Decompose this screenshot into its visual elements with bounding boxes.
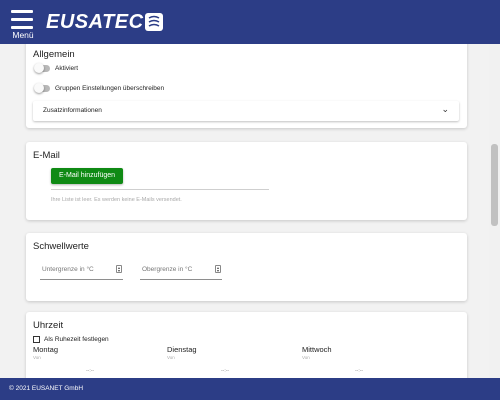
override-toggle[interactable] (34, 83, 50, 93)
general-title: Allgemein (33, 49, 75, 60)
hamburger-icon-bar (11, 26, 33, 29)
from-label: Von (33, 355, 41, 360)
email-empty-hint: Ihre Liste ist leer. Es werden keine E-M… (51, 197, 182, 203)
top-app-bar: Menü EUSATEC (0, 0, 500, 44)
hamburger-icon-bar (11, 18, 33, 21)
active-toggle-label: Aktiviert (55, 65, 79, 72)
brand-logo: EUSATEC (46, 9, 163, 35)
stepper-icon[interactable]: ▴ ▾ (215, 265, 221, 273)
menu-button[interactable]: Menü (9, 7, 37, 41)
day-label-wednesday: Mittwoch (302, 345, 332, 354)
email-title: E-Mail (33, 150, 60, 161)
upper-threshold-input[interactable]: Obergrenze in °C ▴ ▾ (140, 264, 222, 280)
expander-label: Zusatzinformationen (43, 107, 102, 114)
footer-bar: © 2021 EUSANET GmbH (0, 378, 500, 400)
lower-threshold-placeholder: Untergrenze in °C (42, 266, 94, 273)
thresholds-title: Schwellwerte (33, 241, 89, 252)
toggle-knob (34, 83, 44, 93)
menu-label: Menü (12, 30, 34, 40)
time-field[interactable]: --:-- (355, 368, 363, 374)
from-label: Von (302, 355, 310, 360)
scrollbar-thumb[interactable] (491, 144, 498, 226)
general-card: Allgemein Aktiviert Gruppen Einstellunge… (26, 44, 467, 128)
thresholds-card: Schwellwerte Untergrenze in °C ▴ ▾ Obergr… (26, 233, 467, 301)
from-label: Von (167, 355, 175, 360)
rest-time-checkbox[interactable] (33, 336, 40, 343)
time-field[interactable]: --:-- (86, 368, 94, 374)
hamburger-icon (11, 10, 33, 13)
time-field[interactable]: --:-- (221, 368, 229, 374)
logo-mark-icon (144, 13, 163, 31)
additional-info-expander[interactable]: Zusatzinformationen ⌄ (33, 101, 459, 121)
logo-text: EUSATEC (46, 10, 144, 33)
day-label-monday: Montag (33, 345, 59, 354)
stepper-icon[interactable]: ▴ ▾ (116, 265, 122, 273)
divider (51, 189, 269, 190)
email-card: E-Mail E-Mail hinzufügen Ihre Liste ist … (26, 142, 467, 220)
active-toggle[interactable] (34, 63, 50, 73)
rest-time-label: Als Ruhezeit festlegen (44, 336, 109, 343)
main-content: Allgemein Aktiviert Gruppen Einstellunge… (0, 44, 489, 378)
upper-threshold-placeholder: Obergrenze in °C (142, 266, 193, 273)
time-title: Uhrzeit (33, 320, 64, 331)
copyright-text: © 2021 EUSANET GmbH (9, 385, 84, 392)
scrollbar[interactable] (489, 44, 500, 378)
add-email-button[interactable]: E-Mail hinzufügen (51, 168, 123, 184)
lower-threshold-input[interactable]: Untergrenze in °C ▴ ▾ (40, 264, 123, 280)
time-card: Uhrzeit Als Ruhezeit festlegen Montag Vo… (26, 312, 467, 378)
chevron-down-icon: ⌄ (441, 104, 449, 114)
override-toggle-label: Gruppen Einstellungen überschreiben (55, 85, 165, 92)
toggle-knob (34, 63, 44, 73)
day-label-tuesday: Dienstag (167, 345, 197, 354)
